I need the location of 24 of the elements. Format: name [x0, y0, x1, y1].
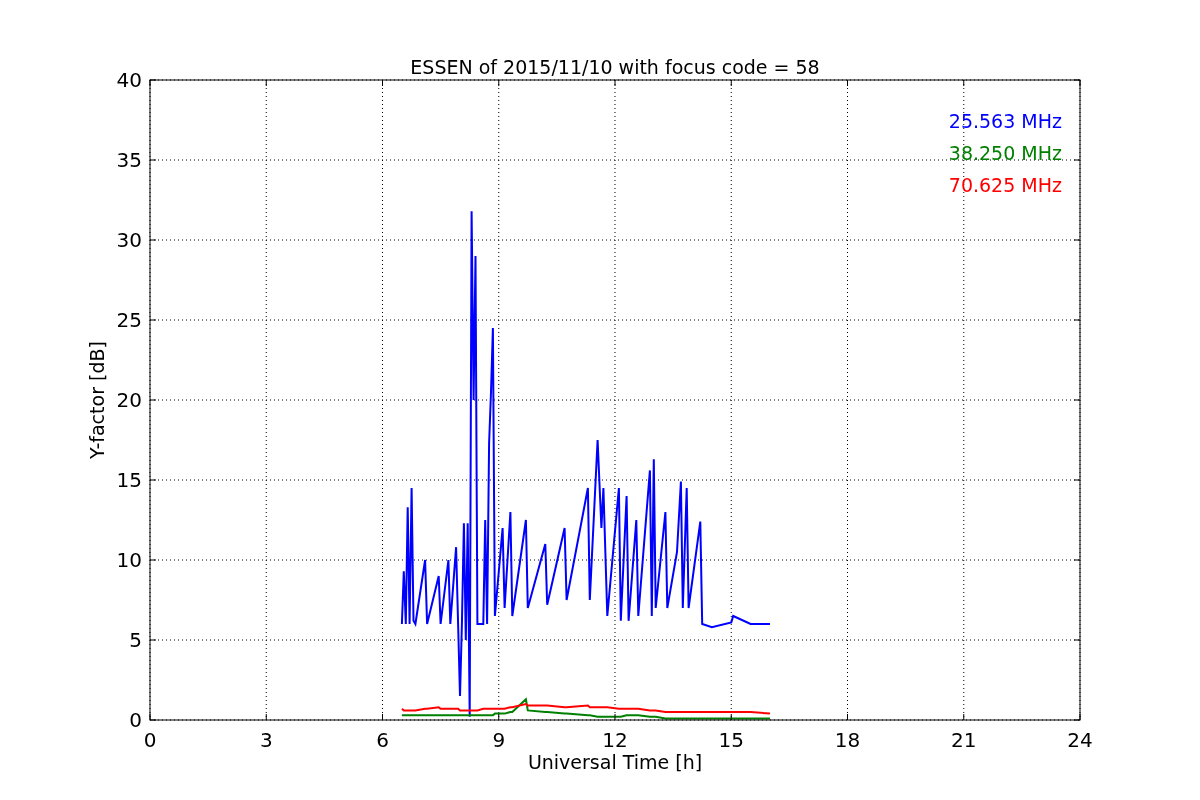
y-tick-label: 25 [116, 308, 142, 332]
y-axis-label: Y-factor [dB] [86, 341, 108, 459]
legend-label: 38.250 MHz [948, 142, 1062, 164]
x-axis-label: Universal Time [h] [527, 751, 703, 773]
x-tick-label: 12 [602, 728, 628, 752]
x-tick-label: 9 [492, 728, 506, 752]
y-tick-label: 10 [116, 548, 142, 572]
legend-label: 25.563 MHz [948, 110, 1062, 132]
x-tick-label: 6 [376, 728, 389, 752]
chart-title: ESSEN of 2015/11/10 with focus code = 58 [410, 56, 820, 78]
y-tick-label: 40 [116, 68, 142, 92]
y-tick-label: 0 [129, 708, 142, 732]
y-tick-label: 5 [129, 628, 142, 652]
x-tick-label: 18 [834, 728, 861, 752]
y-tick-label: 30 [116, 228, 142, 252]
y-tick-label: 35 [116, 148, 142, 172]
legend-label: 70.625 MHz [948, 174, 1062, 196]
y-tick-label: 20 [116, 388, 142, 412]
x-tick-label: 15 [718, 728, 744, 752]
x-tick-label: 0 [143, 728, 157, 752]
x-tick-label: 24 [1067, 728, 1093, 752]
x-tick-label: 3 [259, 728, 273, 752]
x-tick-label: 21 [951, 728, 977, 752]
y-tick-label: 15 [116, 468, 142, 492]
